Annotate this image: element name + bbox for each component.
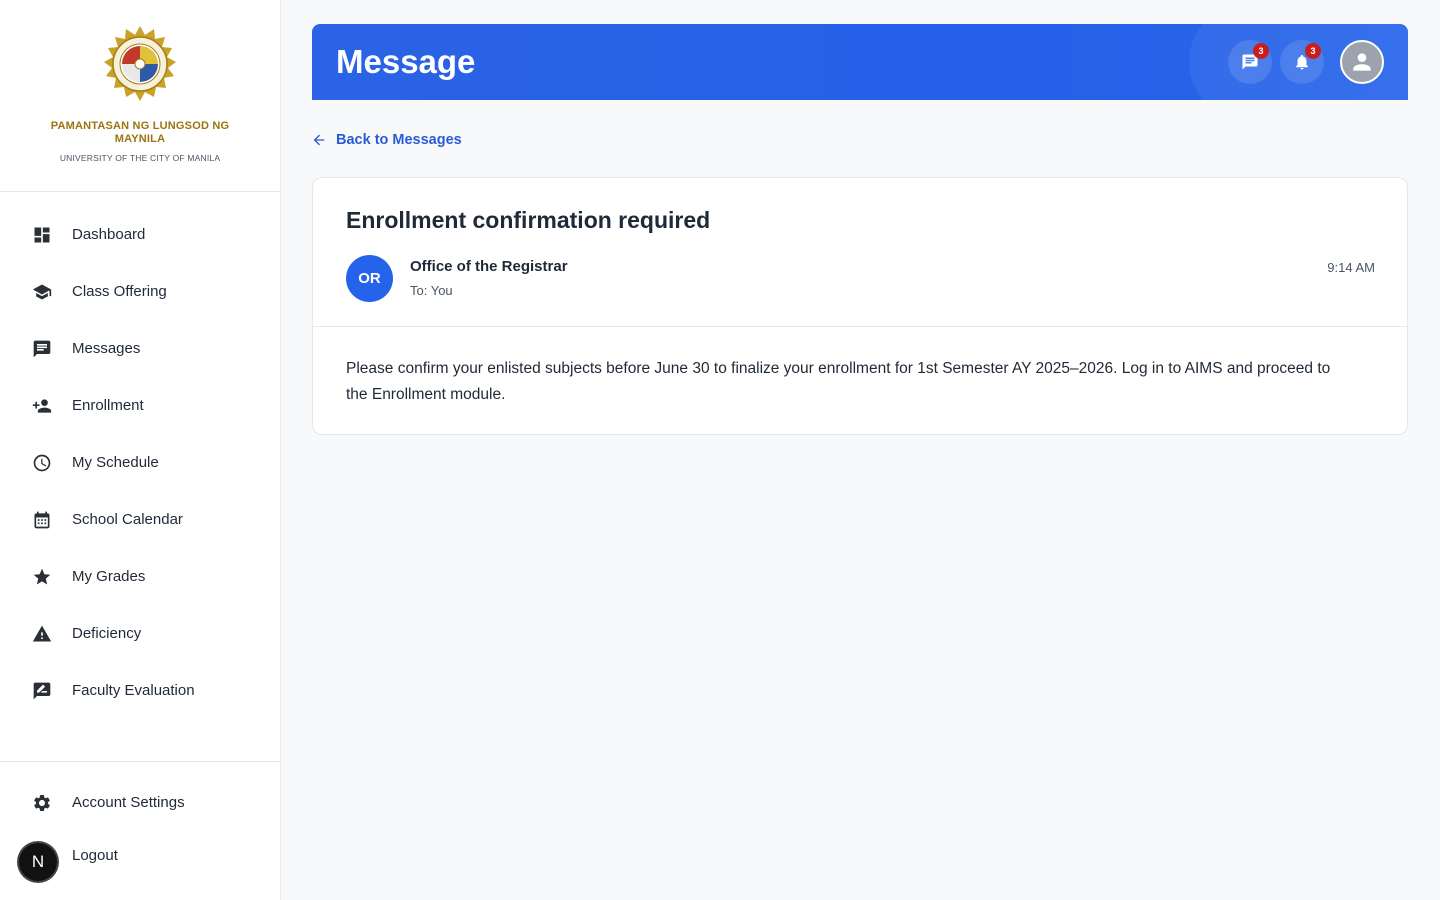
sender-name: Office of the Registrar (410, 258, 568, 275)
sidebar-item-label: Enrollment (72, 397, 144, 414)
sidebar-item-my-grades[interactable]: My Grades (0, 548, 280, 605)
sidebar-item-label: Logout (72, 847, 118, 864)
message-recipient: To: You (410, 283, 453, 298)
brand: PAMANTASAN NG LUNGSOD NG MAYNILA UNIVERS… (0, 0, 280, 192)
notifications-count-badge: 3 (1305, 43, 1321, 59)
sidebar-item-label: Dashboard (72, 226, 146, 243)
dashboard-icon (32, 225, 52, 245)
message-time: 9:14 AM (1327, 260, 1375, 275)
school-icon (32, 282, 52, 302)
back-link-label: Back to Messages (336, 132, 462, 148)
sidebar-item-my-schedule[interactable]: My Schedule (0, 434, 280, 491)
university-subtitle: UNIVERSITY OF THE CITY OF MANILA (59, 153, 221, 163)
sidebar-nav: Dashboard Class Offering Messages Enroll… (0, 206, 280, 719)
messages-button[interactable]: 3 (1228, 40, 1272, 84)
rate-review-icon (32, 681, 52, 701)
gear-icon (32, 793, 52, 813)
messages-count-badge: 3 (1253, 43, 1269, 59)
message-body: Please confirm your enlisted subjects be… (346, 360, 1331, 403)
star-icon (32, 567, 52, 587)
sidebar-item-enrollment[interactable]: Enrollment (0, 377, 280, 434)
sidebar-item-label: My Grades (72, 568, 146, 585)
university-name: PAMANTASAN NG LUNGSOD NG MAYNILA (50, 120, 230, 145)
sender-avatar: OR (346, 255, 393, 302)
sidebar-item-deficiency[interactable]: Deficiency (0, 605, 280, 662)
chat-icon (32, 339, 52, 359)
sidebar-item-label: Faculty Evaluation (72, 682, 195, 699)
sidebar-item-label: My Schedule (72, 454, 159, 471)
back-to-messages-link[interactable]: Back to Messages (311, 132, 462, 148)
warning-icon (32, 624, 52, 644)
divider (313, 326, 1407, 327)
university-seal-icon (104, 26, 176, 101)
sidebar-item-label: School Calendar (72, 511, 183, 528)
sidebar-item-dashboard[interactable]: Dashboard (0, 206, 280, 263)
person-icon (1353, 53, 1371, 71)
calendar-icon (32, 510, 52, 530)
sidebar-item-label: Messages (72, 340, 141, 357)
sidebar-item-label: Deficiency (72, 625, 142, 642)
arrow-left-icon (313, 134, 325, 146)
sidebar-item-class-offering[interactable]: Class Offering (0, 263, 280, 320)
person-add-icon (32, 396, 52, 416)
sidebar-item-label: Account Settings (72, 794, 185, 811)
clock-icon (32, 453, 52, 473)
message-card: Enrollment confirmation required OR Offi… (312, 177, 1408, 435)
user-initial-badge[interactable]: N (19, 843, 57, 881)
sidebar-item-label: Class Offering (72, 283, 167, 300)
page-header: Message 3 3 (312, 24, 1408, 100)
notifications-button[interactable]: 3 (1280, 40, 1324, 84)
sidebar: PAMANTASAN NG LUNGSOD NG MAYNILA UNIVERS… (0, 0, 281, 900)
page-title: Message (336, 43, 476, 80)
user-avatar[interactable] (1340, 40, 1384, 84)
sidebar-item-faculty-evaluation[interactable]: Faculty Evaluation (0, 662, 280, 719)
sidebar-item-account-settings[interactable]: Account Settings (0, 776, 280, 829)
sidebar-item-school-calendar[interactable]: School Calendar (0, 491, 280, 548)
sidebar-item-messages[interactable]: Messages (0, 320, 280, 377)
message-subject: Enrollment confirmation required (346, 207, 711, 233)
